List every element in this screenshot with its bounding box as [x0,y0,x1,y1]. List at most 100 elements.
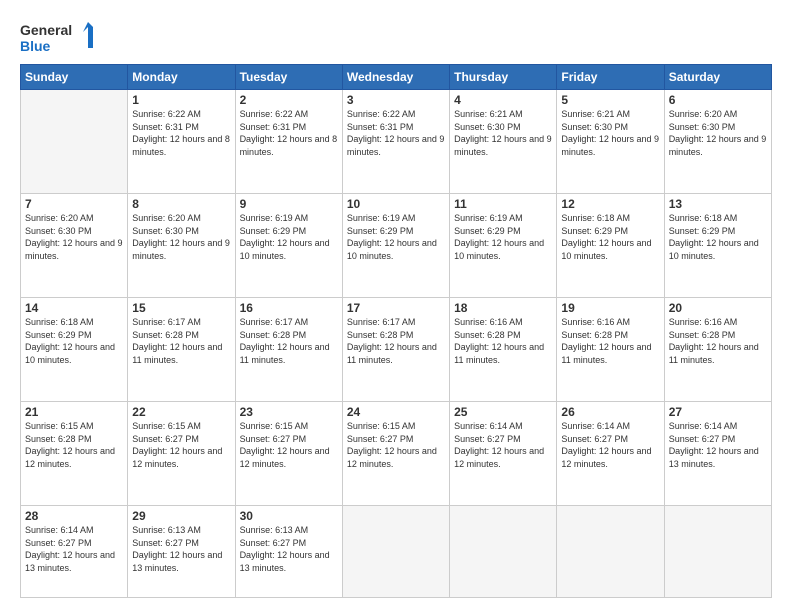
col-header-saturday: Saturday [664,65,771,90]
day-info: Sunrise: 6:16 AMSunset: 6:28 PMDaylight:… [669,317,759,365]
calendar-cell: 12 Sunrise: 6:18 AMSunset: 6:29 PMDaylig… [557,194,664,298]
day-number: 4 [454,93,552,107]
calendar-cell: 22 Sunrise: 6:15 AMSunset: 6:27 PMDaylig… [128,402,235,506]
day-number: 11 [454,197,552,211]
day-info: Sunrise: 6:16 AMSunset: 6:28 PMDaylight:… [561,317,651,365]
day-info: Sunrise: 6:15 AMSunset: 6:27 PMDaylight:… [132,421,222,469]
week-row-5: 28 Sunrise: 6:14 AMSunset: 6:27 PMDaylig… [21,506,772,598]
day-info: Sunrise: 6:14 AMSunset: 6:27 PMDaylight:… [669,421,759,469]
calendar-cell: 27 Sunrise: 6:14 AMSunset: 6:27 PMDaylig… [664,402,771,506]
calendar-cell: 11 Sunrise: 6:19 AMSunset: 6:29 PMDaylig… [450,194,557,298]
col-header-friday: Friday [557,65,664,90]
calendar-cell: 2 Sunrise: 6:22 AMSunset: 6:31 PMDayligh… [235,90,342,194]
day-number: 25 [454,405,552,419]
day-info: Sunrise: 6:20 AMSunset: 6:30 PMDaylight:… [132,213,230,261]
day-number: 15 [132,301,230,315]
day-info: Sunrise: 6:19 AMSunset: 6:29 PMDaylight:… [454,213,544,261]
day-info: Sunrise: 6:14 AMSunset: 6:27 PMDaylight:… [561,421,651,469]
calendar-cell: 16 Sunrise: 6:17 AMSunset: 6:28 PMDaylig… [235,298,342,402]
calendar-cell: 30 Sunrise: 6:13 AMSunset: 6:27 PMDaylig… [235,506,342,598]
day-info: Sunrise: 6:15 AMSunset: 6:27 PMDaylight:… [240,421,330,469]
day-number: 10 [347,197,445,211]
calendar-cell [450,506,557,598]
page: General Blue SundayMondayTuesdayWednesda… [0,0,792,612]
day-info: Sunrise: 6:22 AMSunset: 6:31 PMDaylight:… [347,109,445,157]
calendar-cell: 19 Sunrise: 6:16 AMSunset: 6:28 PMDaylig… [557,298,664,402]
calendar-cell: 9 Sunrise: 6:19 AMSunset: 6:29 PMDayligh… [235,194,342,298]
calendar-cell: 4 Sunrise: 6:21 AMSunset: 6:30 PMDayligh… [450,90,557,194]
day-number: 30 [240,509,338,523]
col-header-sunday: Sunday [21,65,128,90]
col-header-thursday: Thursday [450,65,557,90]
calendar-cell: 24 Sunrise: 6:15 AMSunset: 6:27 PMDaylig… [342,402,449,506]
day-number: 17 [347,301,445,315]
calendar-cell [21,90,128,194]
day-info: Sunrise: 6:17 AMSunset: 6:28 PMDaylight:… [240,317,330,365]
day-number: 29 [132,509,230,523]
day-info: Sunrise: 6:13 AMSunset: 6:27 PMDaylight:… [132,525,222,573]
day-number: 7 [25,197,123,211]
day-info: Sunrise: 6:22 AMSunset: 6:31 PMDaylight:… [132,109,230,157]
day-number: 19 [561,301,659,315]
calendar-cell: 5 Sunrise: 6:21 AMSunset: 6:30 PMDayligh… [557,90,664,194]
calendar-cell [342,506,449,598]
day-info: Sunrise: 6:17 AMSunset: 6:28 PMDaylight:… [132,317,222,365]
day-number: 9 [240,197,338,211]
calendar-cell [664,506,771,598]
week-row-1: 1 Sunrise: 6:22 AMSunset: 6:31 PMDayligh… [21,90,772,194]
day-number: 2 [240,93,338,107]
svg-text:Blue: Blue [20,38,51,54]
day-number: 14 [25,301,123,315]
calendar-cell: 29 Sunrise: 6:13 AMSunset: 6:27 PMDaylig… [128,506,235,598]
day-info: Sunrise: 6:20 AMSunset: 6:30 PMDaylight:… [25,213,123,261]
day-info: Sunrise: 6:19 AMSunset: 6:29 PMDaylight:… [240,213,330,261]
calendar-cell: 8 Sunrise: 6:20 AMSunset: 6:30 PMDayligh… [128,194,235,298]
day-number: 18 [454,301,552,315]
week-row-3: 14 Sunrise: 6:18 AMSunset: 6:29 PMDaylig… [21,298,772,402]
calendar-cell: 7 Sunrise: 6:20 AMSunset: 6:30 PMDayligh… [21,194,128,298]
day-info: Sunrise: 6:21 AMSunset: 6:30 PMDaylight:… [454,109,552,157]
calendar-cell: 20 Sunrise: 6:16 AMSunset: 6:28 PMDaylig… [664,298,771,402]
day-info: Sunrise: 6:15 AMSunset: 6:28 PMDaylight:… [25,421,115,469]
calendar-cell: 1 Sunrise: 6:22 AMSunset: 6:31 PMDayligh… [128,90,235,194]
header: General Blue [20,18,772,58]
day-number: 21 [25,405,123,419]
day-info: Sunrise: 6:18 AMSunset: 6:29 PMDaylight:… [561,213,651,261]
day-info: Sunrise: 6:22 AMSunset: 6:31 PMDaylight:… [240,109,338,157]
calendar-header-row: SundayMondayTuesdayWednesdayThursdayFrid… [21,65,772,90]
day-number: 22 [132,405,230,419]
calendar-cell: 15 Sunrise: 6:17 AMSunset: 6:28 PMDaylig… [128,298,235,402]
calendar-cell: 13 Sunrise: 6:18 AMSunset: 6:29 PMDaylig… [664,194,771,298]
day-number: 1 [132,93,230,107]
calendar-cell: 23 Sunrise: 6:15 AMSunset: 6:27 PMDaylig… [235,402,342,506]
day-info: Sunrise: 6:14 AMSunset: 6:27 PMDaylight:… [454,421,544,469]
calendar-cell: 6 Sunrise: 6:20 AMSunset: 6:30 PMDayligh… [664,90,771,194]
day-info: Sunrise: 6:18 AMSunset: 6:29 PMDaylight:… [669,213,759,261]
calendar-cell: 18 Sunrise: 6:16 AMSunset: 6:28 PMDaylig… [450,298,557,402]
day-number: 8 [132,197,230,211]
calendar-cell: 10 Sunrise: 6:19 AMSunset: 6:29 PMDaylig… [342,194,449,298]
day-number: 16 [240,301,338,315]
day-info: Sunrise: 6:14 AMSunset: 6:27 PMDaylight:… [25,525,115,573]
day-info: Sunrise: 6:21 AMSunset: 6:30 PMDaylight:… [561,109,659,157]
day-number: 12 [561,197,659,211]
calendar: SundayMondayTuesdayWednesdayThursdayFrid… [20,64,772,598]
week-row-2: 7 Sunrise: 6:20 AMSunset: 6:30 PMDayligh… [21,194,772,298]
calendar-cell: 26 Sunrise: 6:14 AMSunset: 6:27 PMDaylig… [557,402,664,506]
day-info: Sunrise: 6:18 AMSunset: 6:29 PMDaylight:… [25,317,115,365]
day-info: Sunrise: 6:20 AMSunset: 6:30 PMDaylight:… [669,109,767,157]
col-header-wednesday: Wednesday [342,65,449,90]
calendar-cell: 17 Sunrise: 6:17 AMSunset: 6:28 PMDaylig… [342,298,449,402]
day-info: Sunrise: 6:17 AMSunset: 6:28 PMDaylight:… [347,317,437,365]
calendar-cell: 25 Sunrise: 6:14 AMSunset: 6:27 PMDaylig… [450,402,557,506]
day-number: 28 [25,509,123,523]
col-header-tuesday: Tuesday [235,65,342,90]
day-number: 13 [669,197,767,211]
day-number: 20 [669,301,767,315]
day-number: 27 [669,405,767,419]
day-number: 26 [561,405,659,419]
day-info: Sunrise: 6:15 AMSunset: 6:27 PMDaylight:… [347,421,437,469]
svg-text:General: General [20,22,72,38]
calendar-cell: 21 Sunrise: 6:15 AMSunset: 6:28 PMDaylig… [21,402,128,506]
col-header-monday: Monday [128,65,235,90]
